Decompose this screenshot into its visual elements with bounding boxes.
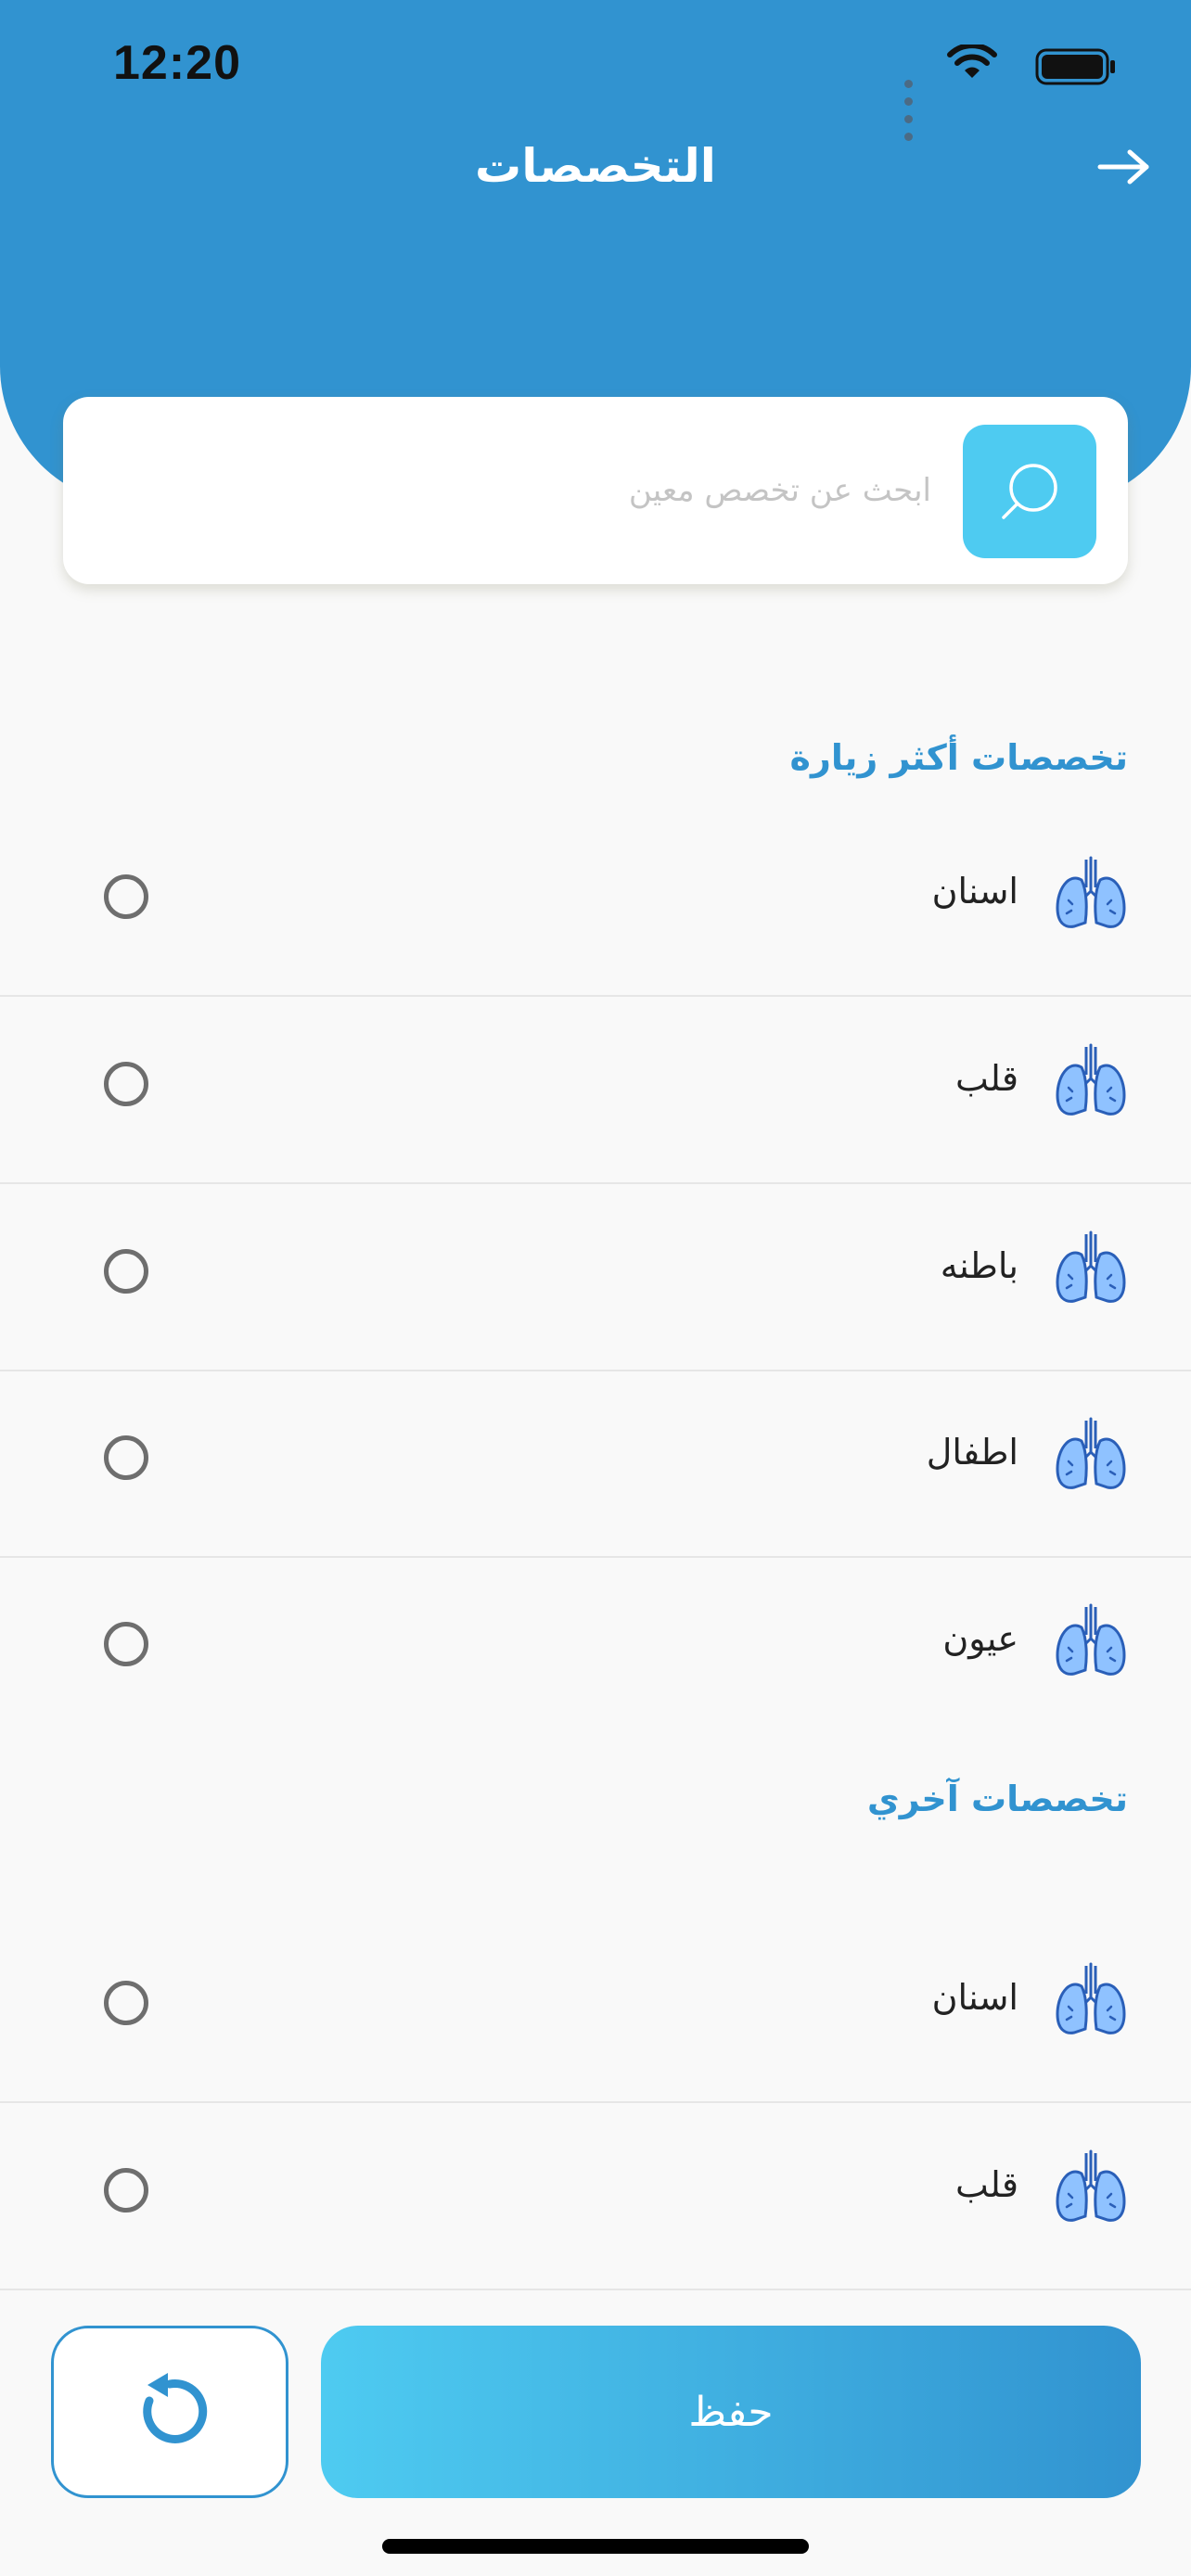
status-time: 12:20 — [113, 36, 241, 90]
battery-icon — [1035, 48, 1115, 85]
search-button[interactable] — [963, 425, 1096, 558]
reset-icon — [143, 2373, 208, 2443]
radio-button[interactable] — [104, 2168, 148, 2213]
radio-button[interactable] — [104, 1981, 148, 2025]
back-arrow-icon[interactable] — [1096, 148, 1152, 185]
list-item[interactable]: اسنان — [0, 810, 1191, 997]
section-title-most-visited: تخصصات أكثر زيارة — [789, 737, 1128, 778]
radio-button[interactable] — [104, 874, 148, 919]
page-title: التخصصات — [475, 139, 716, 193]
wifi-icon — [947, 45, 997, 78]
lungs-icon — [1056, 1603, 1126, 1676]
save-button[interactable]: حفظ — [321, 2326, 1141, 2498]
list-item[interactable]: باطنه — [0, 1184, 1191, 1371]
section-title-others: تخصصات آخري — [866, 1779, 1128, 1819]
lungs-icon — [1056, 1962, 1126, 2034]
list-item[interactable]: قلب — [0, 997, 1191, 1184]
list-item[interactable]: عيون — [0, 1557, 1191, 1742]
specialty-label: اسنان — [931, 871, 1018, 912]
specialty-label: باطنه — [940, 1245, 1018, 1286]
specialty-label: قلب — [954, 2164, 1018, 2205]
radio-button[interactable] — [104, 1249, 148, 1294]
specialty-label: عيون — [942, 1618, 1018, 1659]
lungs-icon — [1056, 1043, 1126, 1116]
list-item[interactable]: اسنان — [0, 1916, 1191, 2103]
lungs-icon — [1056, 856, 1126, 928]
home-indicator — [382, 2539, 809, 2554]
search-icon — [1002, 464, 1057, 519]
radio-button[interactable] — [104, 1062, 148, 1106]
list-item[interactable]: قلب — [0, 2103, 1191, 2290]
search-card — [63, 397, 1128, 584]
specialty-label: اطفال — [926, 1432, 1018, 1473]
list-item[interactable]: اطفال — [0, 1371, 1191, 1558]
signal-icon — [901, 74, 913, 145]
specialty-label: اسنان — [931, 1977, 1018, 2018]
reset-button[interactable] — [51, 2326, 288, 2498]
radio-button[interactable] — [104, 1622, 148, 1666]
lungs-icon — [1056, 1417, 1126, 1489]
search-input[interactable] — [100, 453, 933, 529]
lungs-icon — [1056, 1231, 1126, 1303]
specialty-label: قلب — [954, 1058, 1018, 1099]
lungs-icon — [1056, 2149, 1126, 2222]
radio-button[interactable] — [104, 1435, 148, 1480]
